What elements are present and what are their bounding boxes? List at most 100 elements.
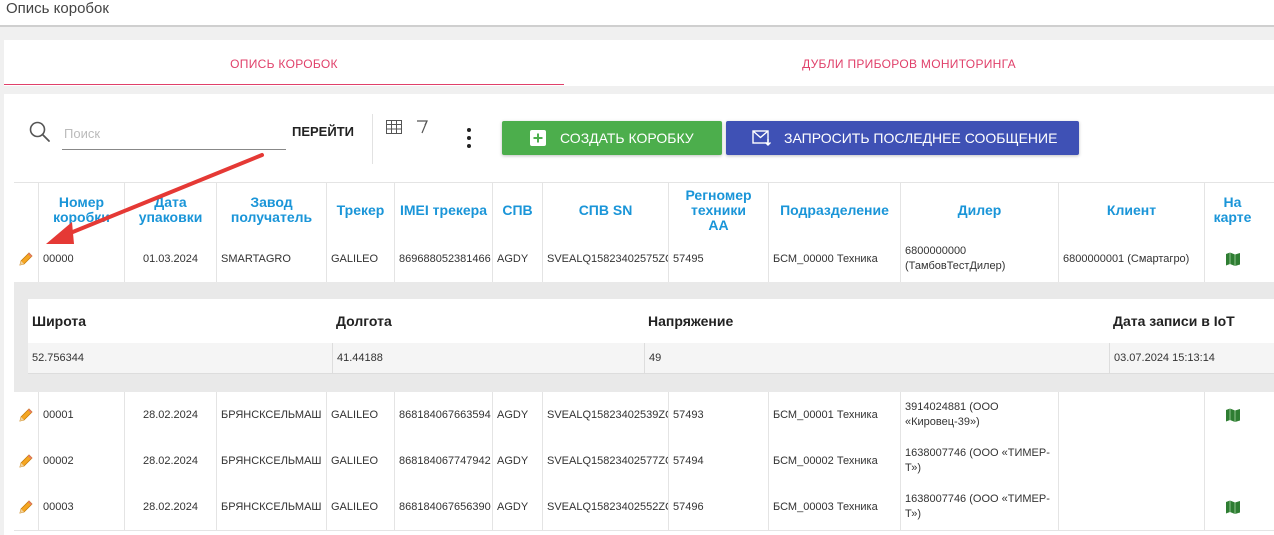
- row-actions: [14, 392, 38, 438]
- map-icon[interactable]: [1225, 252, 1241, 266]
- row-actions: [14, 484, 38, 530]
- table-row[interactable]: 00003 28.02.2024 БРЯНСКСЕЛЬМАШ GALILEO 86818…: [14, 484, 1274, 531]
- cell-number: 00003: [38, 484, 124, 530]
- telemetry-table: Широта Долгота Напряжение Дата записи в …: [28, 299, 1274, 374]
- telemetry-header-lon: Долгота: [336, 313, 392, 329]
- cell-date: 28.02.2024: [124, 484, 216, 530]
- telemetry-header-voltage: Напряжение: [648, 313, 734, 329]
- cell-spv: AGDY: [492, 484, 542, 530]
- cell-division: БСМ_00003 Техника: [768, 484, 900, 530]
- header-pack-date[interactable]: Дата упаковки: [124, 183, 216, 237]
- cell-reg: 57495: [668, 236, 768, 282]
- cell-spv_sn: SVEALQ15823402575ZC: [542, 236, 668, 282]
- header-on-map[interactable]: На карте: [1204, 183, 1260, 237]
- header-actions: [14, 183, 38, 237]
- cell-spv_sn: SVEALQ15823402577ZC: [542, 438, 668, 484]
- telemetry-header-lat: Широта: [32, 313, 87, 329]
- table-row[interactable]: 00000 01.03.2024 SMARTAGRO GALILEO 869688052…: [14, 236, 1274, 283]
- create-box-button[interactable]: СОЗДАТЬ КОРОБКУ: [502, 121, 722, 155]
- cell-tracker: GALILEO: [326, 392, 394, 438]
- header-tracker[interactable]: Трекер: [326, 183, 394, 237]
- cell-spv_sn: SVEALQ15823402552ZC: [542, 484, 668, 530]
- search-icon: [29, 121, 50, 142]
- header-division[interactable]: Подразделение: [768, 183, 900, 237]
- cell-client: [1058, 392, 1204, 438]
- cell-reg: 57493: [668, 392, 768, 438]
- map-icon[interactable]: [1225, 500, 1241, 514]
- toolbar-divider: [372, 114, 373, 164]
- cell-client: [1058, 438, 1204, 484]
- cell-imei: 868184067656390: [394, 484, 492, 530]
- cell-client: [1058, 484, 1204, 530]
- sort-icon[interactable]: [414, 119, 430, 135]
- cell-reg: 57494: [668, 438, 768, 484]
- row-actions: [14, 236, 38, 282]
- request-last-message-button[interactable]: ЗАПРОСИТЬ ПОСЛЕДНЕЕ СООБЩЕНИЕ: [726, 121, 1079, 155]
- cell-imei: 868184067747942: [394, 438, 492, 484]
- tab-monitoring-duplicates[interactable]: ДУБЛИ ПРИБОРОВ МОНИТОРИНГА: [564, 40, 1254, 86]
- table-view-icon[interactable]: [386, 120, 402, 134]
- cell-spv_sn: SVEALQ15823402539ZC: [542, 392, 668, 438]
- header-plant[interactable]: Завод получатель: [216, 183, 326, 237]
- map-icon[interactable]: [1225, 408, 1241, 422]
- telemetry-row: 52.756344 41.44188 49 03.07.2024 15:13:1…: [28, 343, 1274, 374]
- cell-plant: БРЯНСКСЕЛЬМАШ: [216, 392, 326, 438]
- table-row[interactable]: 00001 28.02.2024 БРЯНСКСЕЛЬМАШ GALILEO 86818…: [14, 392, 1274, 439]
- cell-spv: AGDY: [492, 236, 542, 282]
- header-imei[interactable]: IMEI трекера: [394, 183, 492, 237]
- header-reg-number[interactable]: Регномер техники АА: [668, 183, 768, 237]
- pencil-icon[interactable]: [18, 453, 34, 469]
- cell-client: 6800000001 (Смартагро): [1058, 236, 1204, 282]
- mail-download-icon: [752, 130, 771, 146]
- row-actions: [14, 438, 38, 484]
- cell-tracker: GALILEO: [326, 236, 394, 282]
- telemetry-header-iot-date: Дата записи в IoT: [1113, 313, 1235, 329]
- cell-tracker: GALILEO: [326, 484, 394, 530]
- pencil-icon[interactable]: [18, 251, 34, 267]
- cell-plant: SMARTAGRO: [216, 236, 326, 282]
- cell-imei: 869688052381466: [394, 236, 492, 282]
- pencil-icon[interactable]: [18, 499, 34, 515]
- cell-division: БСМ_00001 Техника: [768, 392, 900, 438]
- cell-division: БСМ_00002 Техника: [768, 438, 900, 484]
- telemetry-voltage: 49: [644, 343, 1109, 373]
- row-on-map: [1204, 438, 1260, 484]
- cell-date: 28.02.2024: [124, 438, 216, 484]
- request-last-message-label: ЗАПРОСИТЬ ПОСЛЕДНЕЕ СООБЩЕНИЕ: [784, 130, 1058, 146]
- header-spv-sn[interactable]: СПВ SN: [542, 183, 668, 237]
- create-box-label: СОЗДАТЬ КОРОБКУ: [560, 130, 694, 146]
- cell-reg: 57496: [668, 484, 768, 530]
- header-dealer[interactable]: Дилер: [900, 183, 1058, 237]
- cell-date: 28.02.2024: [124, 392, 216, 438]
- cell-number: 00001: [38, 392, 124, 438]
- row-on-map: [1204, 236, 1260, 282]
- cell-dealer: 6800000000 (ТамбовТестДилер): [900, 236, 1058, 282]
- pencil-icon[interactable]: [18, 407, 34, 423]
- cell-division: БСМ_00000 Техника: [768, 236, 900, 282]
- telemetry-header-row: Широта Долгота Напряжение Дата записи в …: [28, 299, 1274, 344]
- page-title: Опись коробок: [6, 0, 109, 17]
- cell-dealer: 1638007746 (ООО «ТИМЕР-Т»): [900, 484, 1058, 530]
- telemetry-lat: 52.756344: [32, 352, 84, 364]
- tab-bar: ОПИСЬ КОРОБОК ДУБЛИ ПРИБОРОВ МОНИТОРИНГА: [4, 40, 1274, 86]
- header-client[interactable]: Клиент: [1058, 183, 1204, 237]
- header-spv[interactable]: СПВ: [492, 183, 542, 237]
- cell-date: 01.03.2024: [124, 236, 216, 282]
- more-options-icon[interactable]: [464, 128, 474, 154]
- search-input[interactable]: [62, 118, 286, 150]
- table-row[interactable]: 00002 28.02.2024 БРЯНСКСЕЛЬМАШ GALILEO 86818…: [14, 438, 1274, 485]
- active-tab-underline: [4, 84, 564, 85]
- cell-plant: БРЯНСКСЕЛЬМАШ: [216, 438, 326, 484]
- go-button[interactable]: ПЕРЕЙТИ: [292, 124, 354, 139]
- cell-imei: 868184067663594: [394, 392, 492, 438]
- plus-square-icon: [530, 130, 546, 146]
- cell-spv: AGDY: [492, 392, 542, 438]
- telemetry-iot-date: 03.07.2024 15:13:14: [1109, 343, 1274, 373]
- cell-tracker: GALILEO: [326, 438, 394, 484]
- expanded-row-details: Широта Долгота Напряжение Дата записи в …: [14, 282, 1274, 392]
- header-box-number[interactable]: Номер коробки: [38, 183, 124, 237]
- tab-box-inventory[interactable]: ОПИСЬ КОРОБОК: [4, 40, 564, 86]
- telemetry-lon: 41.44188: [332, 343, 644, 373]
- cell-dealer: 1638007746 (ООО «ТИМЕР-Т»): [900, 438, 1058, 484]
- cell-number: 00002: [38, 438, 124, 484]
